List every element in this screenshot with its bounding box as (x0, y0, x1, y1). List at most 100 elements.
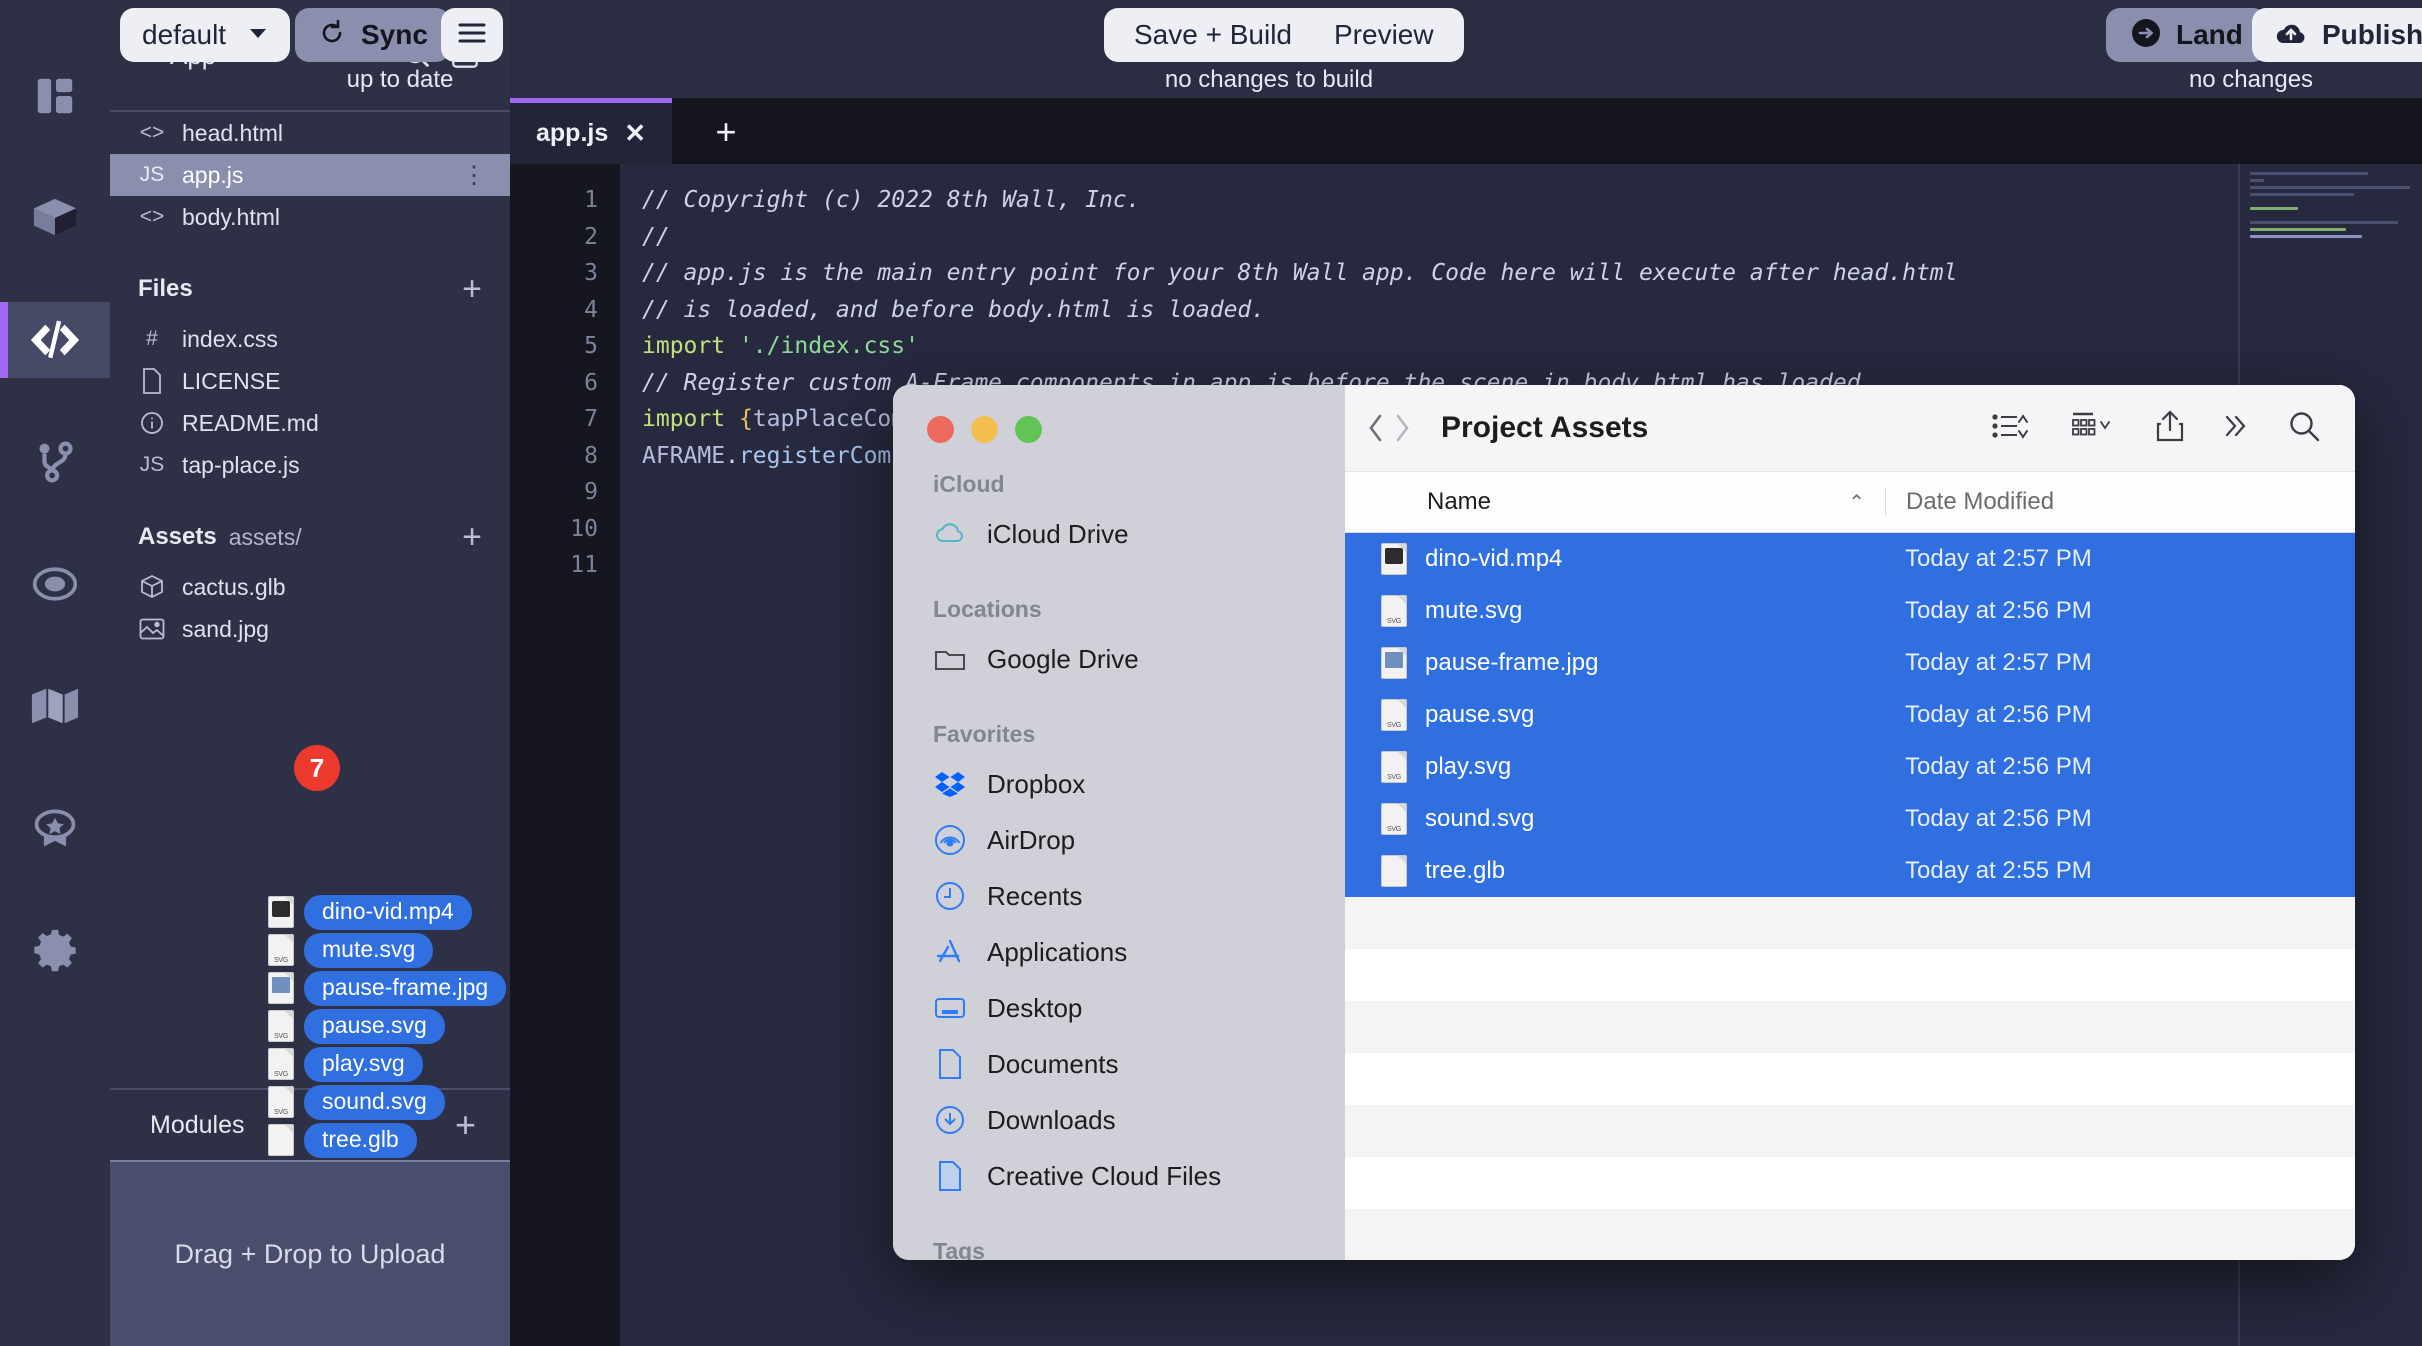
file-name: cactus.glb (182, 573, 286, 600)
sidebar-item-icloud-drive[interactable]: iCloud Drive (893, 506, 1345, 562)
file-name: head.html (182, 119, 284, 146)
back-button[interactable] (1363, 411, 1389, 445)
table-row[interactable]: tree.glb Today at 2:55 PM (1345, 845, 2355, 897)
minimize-window-button[interactable] (971, 416, 998, 443)
image-icon (138, 618, 166, 640)
drag-ghost-label: play.svg (304, 1046, 423, 1082)
branch-selector[interactable]: default (120, 8, 291, 62)
column-header-date[interactable]: Date Modified (1885, 488, 2355, 516)
finder-toolbar-tools (1991, 409, 2321, 448)
more-chevrons-icon[interactable] (2221, 410, 2251, 447)
image-file-icon (268, 972, 294, 1004)
sidebar-item-dropbox[interactable]: Dropbox (893, 756, 1345, 812)
sidebar-item-documents[interactable]: Documents (893, 1036, 1345, 1092)
sidebar-item-creative-cloud-files[interactable]: Creative Cloud Files (893, 1148, 1345, 1204)
sidebar-item-downloads[interactable]: Downloads (893, 1092, 1345, 1148)
file-name: pause-frame.jpg (1425, 649, 1599, 676)
rail-item-target[interactable] (0, 546, 110, 622)
land-button[interactable]: Land (2106, 8, 2267, 62)
app-store-icon (933, 937, 967, 967)
plus-icon[interactable]: + (462, 272, 482, 306)
page-icon (933, 1160, 967, 1192)
sidebar-item-label: Downloads (987, 1104, 1116, 1135)
preview-button[interactable]: Preview (1334, 19, 1434, 51)
search-icon[interactable] (2287, 409, 2321, 448)
drag-ghost-item: SVG sound.svg (268, 1084, 506, 1120)
file-cell: dino-vid.mp4 (1345, 543, 1885, 575)
close-icon[interactable]: ✕ (624, 118, 646, 149)
finder-sidebar: iCloud iCloud Drive Locations Google Dri… (893, 385, 1345, 1260)
menu-button[interactable] (441, 8, 503, 62)
rail-item-map[interactable] (0, 668, 110, 744)
rail-item-dashboard[interactable] (0, 58, 110, 134)
group-by-icon[interactable] (2071, 410, 2119, 447)
left-rail (0, 0, 110, 1346)
close-window-button[interactable] (927, 416, 954, 443)
tab-app-js[interactable]: app.js ✕ (510, 98, 673, 164)
finder-toolbar: Project Assets (1345, 385, 2355, 471)
plus-icon[interactable]: + (706, 111, 746, 152)
line-number: 3 (584, 260, 598, 286)
file-row-menu-icon[interactable]: ⋮ (462, 161, 486, 190)
file-name: index.css (182, 325, 278, 352)
sync-button[interactable]: Sync (295, 8, 450, 62)
upload-dropzone[interactable]: Drag + Drop to Upload (110, 1160, 510, 1346)
sidebar-item-label: Dropbox (987, 768, 1086, 799)
line-number: 8 (584, 442, 598, 469)
js-file-icon: JS (139, 453, 165, 476)
document-icon (138, 368, 166, 394)
sidebar-item-airdrop[interactable]: AirDrop (893, 812, 1345, 868)
rail-item-settings[interactable] (0, 912, 110, 988)
sidebar-item-desktop[interactable]: Desktop (893, 980, 1345, 1036)
sidebar-item-recents[interactable]: Recents (893, 868, 1345, 924)
table-row[interactable]: dino-vid.mp4 Today at 2:57 PM (1345, 533, 2355, 585)
file-row-index-css[interactable]: # index.css (110, 318, 510, 360)
section-label: Assets (138, 523, 217, 550)
rail-item-badge[interactable] (0, 790, 110, 866)
file-row-license[interactable]: LICENSE (110, 360, 510, 402)
maximize-window-button[interactable] (1015, 416, 1042, 443)
assets-section-header: Assets assets/ + (110, 508, 510, 566)
sidebar-group-tags: Tags (933, 1238, 985, 1260)
publish-button[interactable]: Publish (2252, 8, 2422, 62)
table-row[interactable]: SVG pause.svg Today at 2:56 PM (1345, 689, 2355, 741)
rail-item-code[interactable] (0, 302, 110, 378)
table-row-empty (1345, 1105, 2355, 1157)
plus-icon[interactable]: + (462, 520, 482, 554)
gear-icon (32, 927, 78, 973)
minimap-line (2250, 193, 2354, 196)
svg-file-icon: SVG (268, 934, 294, 966)
file-row-body-html[interactable]: <> body.html (110, 196, 510, 238)
file-cell: SVG sound.svg (1345, 803, 1885, 835)
file-row-cactus-glb[interactable]: cactus.glb (110, 566, 510, 608)
file-cell: SVG mute.svg (1345, 595, 1885, 627)
sidebar-item-label: Recents (987, 880, 1083, 911)
sidebar-item-label: iCloud Drive (987, 518, 1129, 549)
code-keyword: import (642, 333, 726, 359)
table-row[interactable]: SVG mute.svg Today at 2:56 PM (1345, 585, 2355, 637)
file-row-head-html[interactable]: <> head.html (110, 112, 510, 154)
table-row[interactable]: SVG play.svg Today at 2:56 PM (1345, 741, 2355, 793)
table-row[interactable]: SVG sound.svg Today at 2:56 PM (1345, 793, 2355, 845)
share-icon[interactable] (2155, 409, 2185, 448)
file-row-tap-place-js[interactable]: JS tap-place.js (110, 444, 510, 486)
table-row[interactable]: pause-frame.jpg Today at 2:57 PM (1345, 637, 2355, 689)
sort-asc-icon: ⌃ (1848, 491, 1865, 514)
line-number: 6 (584, 369, 598, 396)
sidebar-item-applications[interactable]: Applications (893, 924, 1345, 980)
app-root: App <> head.html JS app.js ⋮ <> body.htm… (0, 0, 2422, 1346)
column-header-name[interactable]: Name ⌃ (1345, 488, 1885, 516)
forward-button[interactable] (1389, 411, 1415, 445)
sidebar-item-google-drive[interactable]: Google Drive (893, 631, 1345, 687)
file-row-readme-md[interactable]: README.md (110, 402, 510, 444)
minimap-line (2250, 221, 2398, 224)
file-name: sand.jpg (182, 615, 269, 642)
file-row-app-js[interactable]: JS app.js ⋮ (110, 154, 510, 196)
save-build-button[interactable]: Save + Build (1134, 19, 1292, 51)
file-row-sand-jpg[interactable]: sand.jpg (110, 608, 510, 650)
rail-item-assets-3d[interactable] (0, 180, 110, 256)
file-date: Today at 2:57 PM (1905, 649, 2092, 676)
list-view-icon[interactable] (1991, 410, 2035, 447)
rail-item-version-control[interactable] (0, 424, 110, 500)
